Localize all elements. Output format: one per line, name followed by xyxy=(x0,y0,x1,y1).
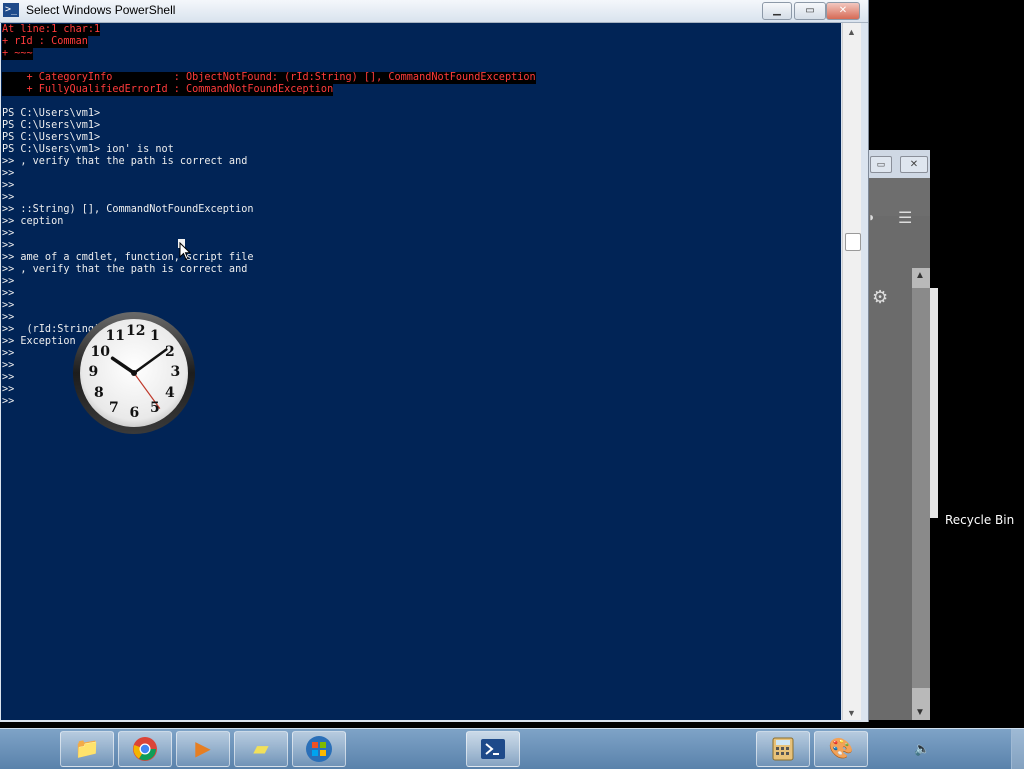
console-line: >> xyxy=(2,360,15,371)
console-line: >> ame of a cmdlet, function, script fil… xyxy=(2,252,254,263)
clock-number: 1 xyxy=(150,328,160,345)
clock-number: 9 xyxy=(88,364,99,380)
chrome-button[interactable] xyxy=(118,731,172,767)
console-line: + FullyQualifiedErrorId : CommandNotFoun… xyxy=(2,84,334,96)
show-desktop-button[interactable] xyxy=(1011,729,1024,769)
background-window[interactable]: ▭ ✕ ◗ ☰ ⚙ ▲ ▼ xyxy=(868,150,938,720)
paint-button[interactable]: 🎨 xyxy=(814,731,868,767)
volume-icon[interactable]: 🔈 xyxy=(914,741,930,757)
scroll-thumb[interactable] xyxy=(845,233,861,251)
clock-number: 7 xyxy=(109,399,119,416)
console-line: >> xyxy=(2,288,15,299)
console-line: + rId : Comman xyxy=(2,36,88,48)
console-line: >> xyxy=(2,180,15,191)
recycle-bin-label[interactable]: Recycle Bin xyxy=(945,513,1014,527)
console-line: >> , verify that the path is correct and xyxy=(2,264,248,275)
console-line: PS C:\Users\vm1> xyxy=(2,132,101,143)
console-line: PS C:\Users\vm1> ion' is not xyxy=(2,144,174,155)
gear-icon[interactable]: ⚙ xyxy=(872,287,888,308)
window-titlebar[interactable]: >_ Select Windows PowerShell ▁ ▭ ✕ xyxy=(0,0,868,23)
console-line: >> xyxy=(2,348,15,359)
taskbar: 📁 ▶ ▰ 🎨 🔈 xyxy=(0,728,1024,769)
powershell-button[interactable] xyxy=(466,731,520,767)
shield-icon[interactable]: ◗ xyxy=(868,210,875,224)
calculator-icon xyxy=(772,737,794,761)
start-orb-icon xyxy=(306,736,332,762)
console-line: PS C:\Users\vm1> xyxy=(2,120,101,131)
scroll-up-icon[interactable]: ▲ xyxy=(915,270,925,281)
calculator-button[interactable] xyxy=(756,731,810,767)
console-line: >> , verify that the path is correct and xyxy=(2,156,248,167)
scroll-up-icon[interactable]: ▲ xyxy=(847,27,856,37)
media-player-button[interactable]: ▶ xyxy=(176,731,230,767)
sticky-notes-icon: ▰ xyxy=(253,738,269,760)
console-line: >> ::String) [], CommandNotFoundExceptio… xyxy=(2,204,254,215)
console-line: >> xyxy=(2,300,15,311)
file-explorer-icon: 📁 xyxy=(74,738,100,760)
clock-number: 3 xyxy=(170,364,181,380)
close-button[interactable]: ✕ xyxy=(900,156,928,173)
console-line: >> xyxy=(2,192,15,203)
minimize-button[interactable]: ▁ xyxy=(762,2,792,20)
clock-number: 2 xyxy=(165,343,175,360)
media-player-icon: ▶ xyxy=(195,738,211,760)
console-line: + ~~~ xyxy=(2,48,33,60)
menu-icon[interactable]: ☰ xyxy=(898,208,912,228)
clock-number: 4 xyxy=(165,384,175,401)
paint-icon: 🎨 xyxy=(828,738,854,760)
clock-number: 5 xyxy=(150,399,160,416)
restore-button[interactable]: ▭ xyxy=(870,156,892,173)
window-title: Select Windows PowerShell xyxy=(26,3,176,17)
console-line: >> xyxy=(2,240,15,251)
console-scrollbar[interactable]: ▲ ▼ xyxy=(842,23,861,720)
console-line: >> xyxy=(2,168,15,179)
console-line: >> xyxy=(2,228,15,239)
file-explorer-button[interactable]: 📁 xyxy=(60,731,114,767)
sticky-notes-button[interactable]: ▰ xyxy=(234,731,288,767)
console-line: >> Exception xyxy=(2,336,76,347)
clock-number: 6 xyxy=(129,405,140,421)
console-line: >> xyxy=(2,372,15,383)
clock-number: 8 xyxy=(93,384,104,401)
start-orb-button[interactable] xyxy=(292,731,346,767)
scroll-down-icon[interactable]: ▼ xyxy=(915,707,925,718)
background-window-scrollbar[interactable]: ▲ ▼ xyxy=(912,268,930,720)
scroll-thumb[interactable] xyxy=(912,288,930,688)
chrome-icon xyxy=(133,737,157,761)
powershell-icon[interactable]: >_ xyxy=(3,3,19,17)
close-button[interactable]: ✕ xyxy=(826,2,860,20)
clock-number: 11 xyxy=(105,328,125,345)
console-line: >> ception xyxy=(2,216,64,227)
clock-gadget[interactable]: 12 1 2 3 4 5 6 7 8 9 10 11 xyxy=(72,311,196,435)
console-line: + CategoryInfo : ObjectNotFound: (rId:St… xyxy=(2,72,536,84)
console-line: >> xyxy=(2,276,15,287)
background-window-edge xyxy=(930,288,938,518)
console-line: >> xyxy=(2,312,15,323)
console-line: PS C:\Users\vm1> xyxy=(2,108,101,119)
console-line: >> xyxy=(2,396,15,407)
console-line: >> xyxy=(2,384,15,395)
background-window-titlebar[interactable]: ▭ ✕ xyxy=(868,150,930,179)
clock-number: 12 xyxy=(126,323,146,339)
console-line: At line:1 char:1 xyxy=(2,24,101,36)
powershell-icon xyxy=(481,739,505,759)
system-tray: 🔈 xyxy=(900,729,1024,769)
clock-number: 10 xyxy=(90,343,110,360)
scroll-down-icon[interactable]: ▼ xyxy=(847,708,856,718)
maximize-button[interactable]: ▭ xyxy=(794,2,826,20)
